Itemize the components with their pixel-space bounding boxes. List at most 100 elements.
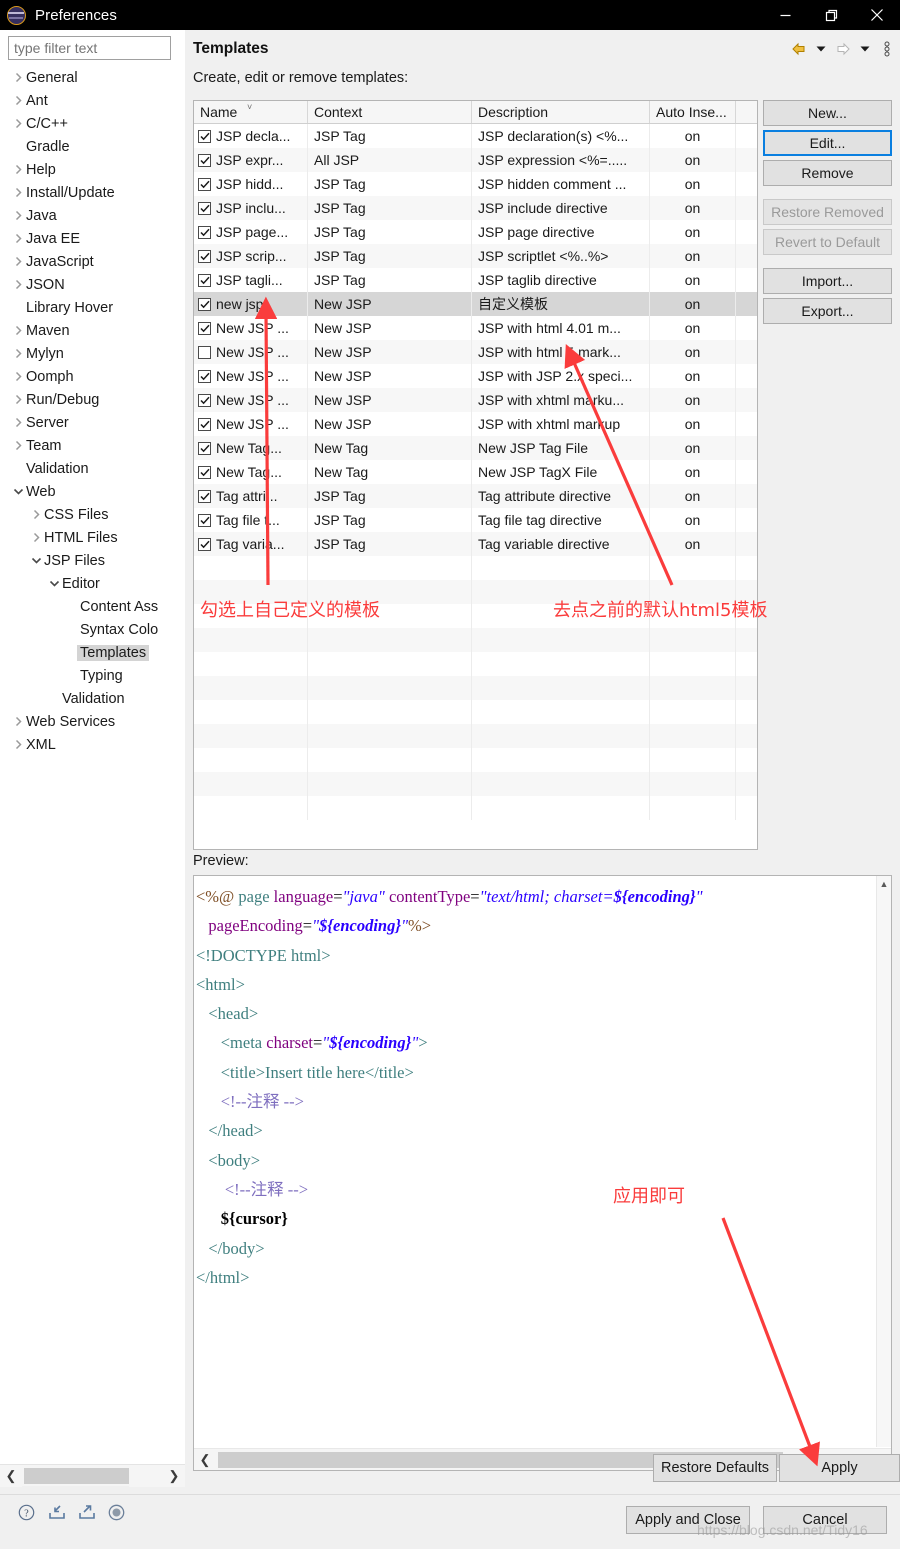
table-row[interactable]: JSP tagli...JSP TagJSP taglib directiveo…: [194, 268, 757, 292]
checkbox-checked-icon[interactable]: [198, 514, 211, 527]
sidebar-item-css-files[interactable]: CSS Files: [0, 503, 185, 526]
table-row[interactable]: JSP scrip...JSP TagJSP scriptlet <%..%>o…: [194, 244, 757, 268]
sidebar-item-validation[interactable]: Validation: [0, 457, 185, 480]
table-row[interactable]: New JSP ...New JSPJSP with xhtml marku..…: [194, 388, 757, 412]
sidebar-horizontal-scrollbar[interactable]: ❮ ❯: [0, 1464, 185, 1486]
chevron-right-icon[interactable]: [10, 164, 26, 175]
sidebar-item-general[interactable]: General: [0, 66, 185, 89]
view-menu-icon[interactable]: [878, 40, 896, 58]
checkbox-checked-icon[interactable]: [198, 490, 211, 503]
table-body[interactable]: JSP decla...JSP TagJSP declaration(s) <%…: [194, 124, 757, 820]
table-row[interactable]: New JSP ...New JSPJSP with html 4.01 m..…: [194, 316, 757, 340]
checkbox-checked-icon[interactable]: [198, 538, 211, 551]
sidebar-item-validation[interactable]: Validation: [0, 687, 185, 710]
edit-button[interactable]: Edit...: [763, 130, 892, 156]
sidebar-item-xml[interactable]: XML: [0, 733, 185, 756]
chevron-right-icon[interactable]: [10, 348, 26, 359]
chevron-down-icon[interactable]: [28, 556, 44, 565]
sidebar-item-c-c[interactable]: C/C++: [0, 112, 185, 135]
sidebar-item-java[interactable]: Java: [0, 204, 185, 227]
chevron-right-icon[interactable]: [10, 325, 26, 336]
import-icon[interactable]: [47, 1503, 66, 1522]
sidebar-item-typing[interactable]: Typing: [0, 664, 185, 687]
scroll-left-icon[interactable]: ❮: [0, 1465, 22, 1487]
chevron-right-icon[interactable]: [10, 187, 26, 198]
record-icon[interactable]: [107, 1503, 126, 1522]
chevron-right-icon[interactable]: [10, 95, 26, 106]
chevron-right-icon[interactable]: [10, 72, 26, 83]
table-row[interactable]: New JSP ...New JSPJSP with JSP 2.x speci…: [194, 364, 757, 388]
sidebar-item-javascript[interactable]: JavaScript: [0, 250, 185, 273]
preview-vertical-scrollbar[interactable]: ▲: [876, 876, 891, 1447]
table-row[interactable]: New Tag...New TagNew JSP Tag Fileon: [194, 436, 757, 460]
chevron-right-icon[interactable]: [10, 394, 26, 405]
forward-arrow-icon[interactable]: [834, 40, 852, 58]
sidebar-item-web[interactable]: Web: [0, 480, 185, 503]
table-row[interactable]: Tag attri...JSP TagTag attribute directi…: [194, 484, 757, 508]
chevron-right-icon[interactable]: [10, 417, 26, 428]
chevron-right-icon[interactable]: [10, 118, 26, 129]
restore-defaults-button[interactable]: Restore Defaults: [653, 1454, 777, 1482]
sidebar-item-java-ee[interactable]: Java EE: [0, 227, 185, 250]
checkbox-unchecked-icon[interactable]: [198, 346, 211, 359]
scrollbar-thumb[interactable]: [24, 1468, 129, 1484]
remove-button[interactable]: Remove: [763, 160, 892, 186]
checkbox-checked-icon[interactable]: [198, 394, 211, 407]
table-row[interactable]: JSP inclu...JSP TagJSP include directive…: [194, 196, 757, 220]
export-icon[interactable]: [77, 1503, 96, 1522]
checkbox-checked-icon[interactable]: [198, 202, 211, 215]
import-button[interactable]: Import...: [763, 268, 892, 294]
sidebar-item-ant[interactable]: Ant: [0, 89, 185, 112]
sidebar-item-json[interactable]: JSON: [0, 273, 185, 296]
checkbox-checked-icon[interactable]: [198, 178, 211, 191]
table-row[interactable]: New JSP ...New JSPJSP with xhtml markupo…: [194, 412, 757, 436]
checkbox-checked-icon[interactable]: [198, 466, 211, 479]
chevron-right-icon[interactable]: [10, 739, 26, 750]
new-button[interactable]: New...: [763, 100, 892, 126]
column-header-auto-insert[interactable]: Auto Inse...: [650, 101, 736, 123]
sidebar-item-templates[interactable]: Templates: [0, 641, 185, 664]
sidebar-item-mylyn[interactable]: Mylyn: [0, 342, 185, 365]
sidebar-item-web-services[interactable]: Web Services: [0, 710, 185, 733]
checkbox-checked-icon[interactable]: [198, 274, 211, 287]
preview-scroll-left-icon[interactable]: ❮: [194, 1449, 216, 1471]
table-row[interactable]: New Tag...New TagNew JSP TagX Fileon: [194, 460, 757, 484]
checkbox-checked-icon[interactable]: [198, 226, 211, 239]
sidebar-item-server[interactable]: Server: [0, 411, 185, 434]
sidebar-item-maven[interactable]: Maven: [0, 319, 185, 342]
table-row[interactable]: JSP page...JSP TagJSP page directiveon: [194, 220, 757, 244]
chevron-right-icon[interactable]: [10, 716, 26, 727]
preferences-tree[interactable]: GeneralAntC/C++GradleHelpInstall/UpdateJ…: [0, 66, 185, 756]
column-header-context[interactable]: Context: [308, 101, 472, 123]
preview-panel[interactable]: <%@ page language="java" contentType="te…: [193, 875, 892, 1471]
close-icon[interactable]: [854, 0, 900, 30]
scroll-right-icon[interactable]: ❯: [163, 1465, 185, 1487]
checkbox-checked-icon[interactable]: [198, 130, 211, 143]
table-row[interactable]: Tag varia...JSP TagTag variable directiv…: [194, 532, 757, 556]
checkbox-checked-icon[interactable]: [198, 298, 211, 311]
chevron-down-icon[interactable]: [46, 579, 62, 588]
chevron-right-icon[interactable]: [10, 256, 26, 267]
chevron-right-icon[interactable]: [10, 279, 26, 290]
export-button[interactable]: Export...: [763, 298, 892, 324]
scrollbar-track[interactable]: [129, 1465, 163, 1487]
sidebar-item-editor[interactable]: Editor: [0, 572, 185, 595]
table-row[interactable]: new jspNew JSP自定义模板on: [194, 292, 757, 316]
column-header-name[interactable]: Name ˅: [194, 101, 308, 123]
sidebar-item-content-ass[interactable]: Content Ass: [0, 595, 185, 618]
sidebar-item-gradle[interactable]: Gradle: [0, 135, 185, 158]
back-menu-chevron-down-icon[interactable]: [812, 40, 830, 58]
back-arrow-icon[interactable]: [790, 40, 808, 58]
checkbox-checked-icon[interactable]: [198, 154, 211, 167]
chevron-right-icon[interactable]: [10, 210, 26, 221]
column-header-description[interactable]: Description: [472, 101, 650, 123]
sidebar-item-oomph[interactable]: Oomph: [0, 365, 185, 388]
sidebar-item-install-update[interactable]: Install/Update: [0, 181, 185, 204]
table-row[interactable]: JSP decla...JSP TagJSP declaration(s) <%…: [194, 124, 757, 148]
sidebar-item-help[interactable]: Help: [0, 158, 185, 181]
sidebar-item-syntax-colo[interactable]: Syntax Colo: [0, 618, 185, 641]
table-row[interactable]: New JSP ...New JSPJSP with html 5 mark..…: [194, 340, 757, 364]
chevron-right-icon[interactable]: [10, 233, 26, 244]
table-row[interactable]: JSP expr...All JSPJSP expression <%=....…: [194, 148, 757, 172]
templates-table[interactable]: Name ˅ Context Description Auto Inse... …: [193, 100, 758, 850]
